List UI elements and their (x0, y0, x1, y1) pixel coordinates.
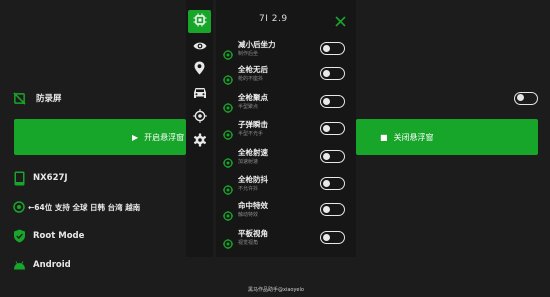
start-float-label: 开启悬浮窗 (144, 132, 185, 142)
feature-row: 减小后坐力 制作后坐 (216, 38, 356, 64)
feature-toggle[interactable] (320, 122, 345, 135)
feature-desc: 半型不光手 (238, 131, 264, 137)
feature-desc: 触动特效 (238, 212, 259, 218)
close-icon[interactable] (335, 12, 346, 27)
car-icon (193, 84, 207, 103)
feature-row: 全枪防抖 不允许抖 (216, 173, 356, 199)
overlay-panel: 7I 2.9 减小后坐力制作后坐全枪无后枪的不座抖全枪聚点半型聚点子弹瞬击半型不… (216, 0, 356, 257)
feature-target-icon (223, 45, 233, 60)
feature-name: 子弹瞬击 (238, 120, 268, 129)
sidebar-item-chip[interactable] (188, 10, 211, 33)
feature-toggle[interactable] (320, 231, 345, 244)
feature-row: 子弹瞬击 半型不光手 (216, 118, 356, 144)
feature-row: 全枪射速 加速射速 (216, 146, 356, 172)
feature-name: 全枪防抖 (238, 175, 268, 184)
panel-title: 7I 2.9 (259, 14, 288, 24)
eye-icon (193, 36, 207, 55)
arch-label: ←64位 支持 全球 日韩 台湾 越南 (28, 202, 141, 212)
stop-icon: ■ (380, 132, 388, 142)
footer-text: 黑马作品助手@xiaoyelo (248, 287, 304, 293)
feature-target-icon (223, 98, 233, 113)
feature-target-icon (223, 180, 233, 195)
feature-name: 减小后坐力 (238, 40, 276, 49)
feature-desc: 视觉视角 (238, 240, 259, 246)
anti-record-label: 防录屏 (36, 94, 62, 104)
feature-desc: 制作后坐 (238, 51, 259, 57)
feature-toggle[interactable] (320, 42, 345, 55)
sidebar-item-settings[interactable] (188, 130, 211, 153)
screen-off-icon (12, 91, 26, 105)
play-icon: ▶ (132, 132, 139, 142)
feature-desc: 加速射速 (238, 159, 259, 165)
location-pin-icon (194, 60, 205, 79)
feature-row: 平板视角 视觉视角 (216, 227, 356, 253)
feature-desc: 半型聚点 (238, 104, 259, 110)
os-label: Android (33, 260, 71, 270)
feature-desc: 不允许抖 (238, 186, 259, 192)
sidebar-item-car[interactable] (188, 82, 211, 105)
feature-name: 全枪射速 (238, 148, 268, 157)
feature-desc: 枪的不座抖 (238, 76, 264, 82)
feature-name: 全枪无后 (238, 65, 268, 74)
stop-float-button[interactable]: ■ 关闭悬浮窗 (356, 119, 538, 155)
feature-toggle[interactable] (320, 177, 345, 190)
sidebar-item-crosshair[interactable] (188, 106, 211, 129)
gear-icon (193, 132, 207, 151)
feature-toggle[interactable] (320, 203, 345, 216)
stop-float-label: 关闭悬浮窗 (393, 132, 434, 142)
feature-toggle[interactable] (320, 95, 345, 108)
phone-icon (12, 171, 26, 185)
feature-target-icon (223, 125, 233, 140)
shield-check-icon (12, 229, 26, 243)
feature-target-icon (223, 234, 233, 249)
feature-name: 全枪聚点 (238, 93, 268, 102)
os-row: Android (0, 257, 550, 273)
feature-target-icon (223, 206, 233, 221)
overlay-sidebar (186, 0, 213, 257)
target-icon (12, 200, 26, 214)
device-label: NX627J (33, 173, 68, 183)
feature-row: 全枪聚点 半型聚点 (216, 91, 356, 117)
feature-target-icon (223, 153, 233, 168)
chip-icon (193, 12, 207, 31)
feature-row: 命中特效 触动特效 (216, 199, 356, 225)
root-label: Root Mode (33, 231, 85, 241)
android-icon (12, 258, 26, 272)
crosshair-icon (192, 108, 207, 127)
anti-record-toggle[interactable] (514, 91, 538, 105)
feature-toggle[interactable] (320, 67, 345, 80)
start-float-button[interactable]: ▶ 开启悬浮窗 (14, 119, 186, 155)
feature-name: 平板视角 (238, 229, 268, 238)
feature-row: 全枪无后 枪的不座抖 (216, 63, 356, 89)
feature-toggle[interactable] (320, 150, 345, 163)
sidebar-item-eye[interactable] (188, 34, 211, 57)
feature-target-icon (223, 70, 233, 85)
feature-name: 命中特效 (238, 201, 268, 210)
sidebar-item-location[interactable] (188, 58, 211, 81)
